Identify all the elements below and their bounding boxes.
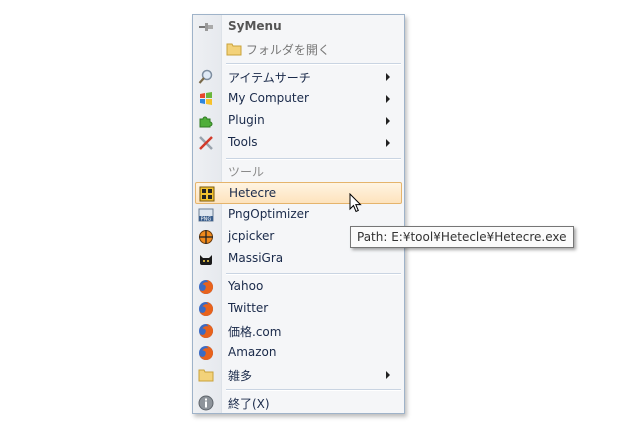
tools-icon — [199, 136, 213, 150]
submenu-arrow-icon — [386, 73, 390, 81]
category-label: ツール — [228, 165, 265, 179]
firefox-icon — [199, 279, 214, 294]
open-folder-label: フォルダを開く — [245, 43, 330, 57]
submenu-arrow-icon — [386, 117, 390, 125]
context-menu: SyMenu フォルダを開く アイテムサーチ My Computer Plugi… — [192, 14, 405, 414]
menu-title: SyMenu — [228, 19, 282, 33]
menu-item-item-search[interactable]: アイテムサーチ — [195, 66, 402, 88]
menu-item-amazon[interactable]: Amazon — [195, 342, 402, 364]
path-tooltip: Path: E:¥tool¥Hetecle¥Hetecre.exe — [350, 226, 574, 248]
firefox-icon — [199, 345, 214, 360]
mouse-cursor-icon — [349, 193, 362, 213]
windows-flag-icon — [200, 92, 212, 105]
menu-item-pngoptimizer[interactable]: PNG PngOptimizer — [195, 204, 402, 226]
svg-text:PNG: PNG — [201, 217, 212, 223]
folder-icon — [198, 369, 214, 382]
submenu-arrow-icon — [386, 95, 390, 103]
cat-icon — [200, 255, 212, 265]
menu-item-exit[interactable]: 終了(X) — [195, 392, 402, 414]
folder-icon — [226, 43, 242, 56]
firefox-icon — [199, 301, 214, 316]
menu-item-kakaku[interactable]: 価格.com — [195, 320, 402, 342]
menu-item-massigra[interactable]: MassiGra — [195, 248, 402, 270]
category-label-row: ツール — [195, 160, 402, 182]
info-circle-icon — [198, 395, 214, 411]
open-folder-item[interactable]: フォルダを開く — [195, 38, 402, 60]
menu-item-twitter[interactable]: Twitter — [195, 298, 402, 320]
menu-item-plugin[interactable]: Plugin — [195, 110, 402, 132]
submenu-arrow-icon — [386, 139, 390, 147]
hetecre-icon — [199, 186, 215, 202]
submenu-arrow-icon — [386, 371, 390, 379]
menu-item-misc[interactable]: 雑多 — [195, 364, 402, 386]
menu-title-row: SyMenu — [195, 16, 402, 38]
menu-item-yahoo[interactable]: Yahoo — [195, 276, 402, 298]
png-icon: PNG — [198, 208, 214, 223]
pin-icon — [199, 23, 213, 31]
menu-item-tools[interactable]: Tools — [195, 132, 402, 154]
separator — [226, 389, 401, 391]
separator — [226, 273, 401, 275]
crosshair-icon — [199, 230, 213, 244]
search-icon — [198, 69, 213, 84]
separator — [226, 63, 401, 65]
firefox-icon — [199, 323, 214, 338]
menu-item-my-computer[interactable]: My Computer — [195, 88, 402, 110]
menu-item-hetecre[interactable]: Hetecre — [195, 182, 402, 204]
puzzle-icon — [199, 116, 213, 128]
